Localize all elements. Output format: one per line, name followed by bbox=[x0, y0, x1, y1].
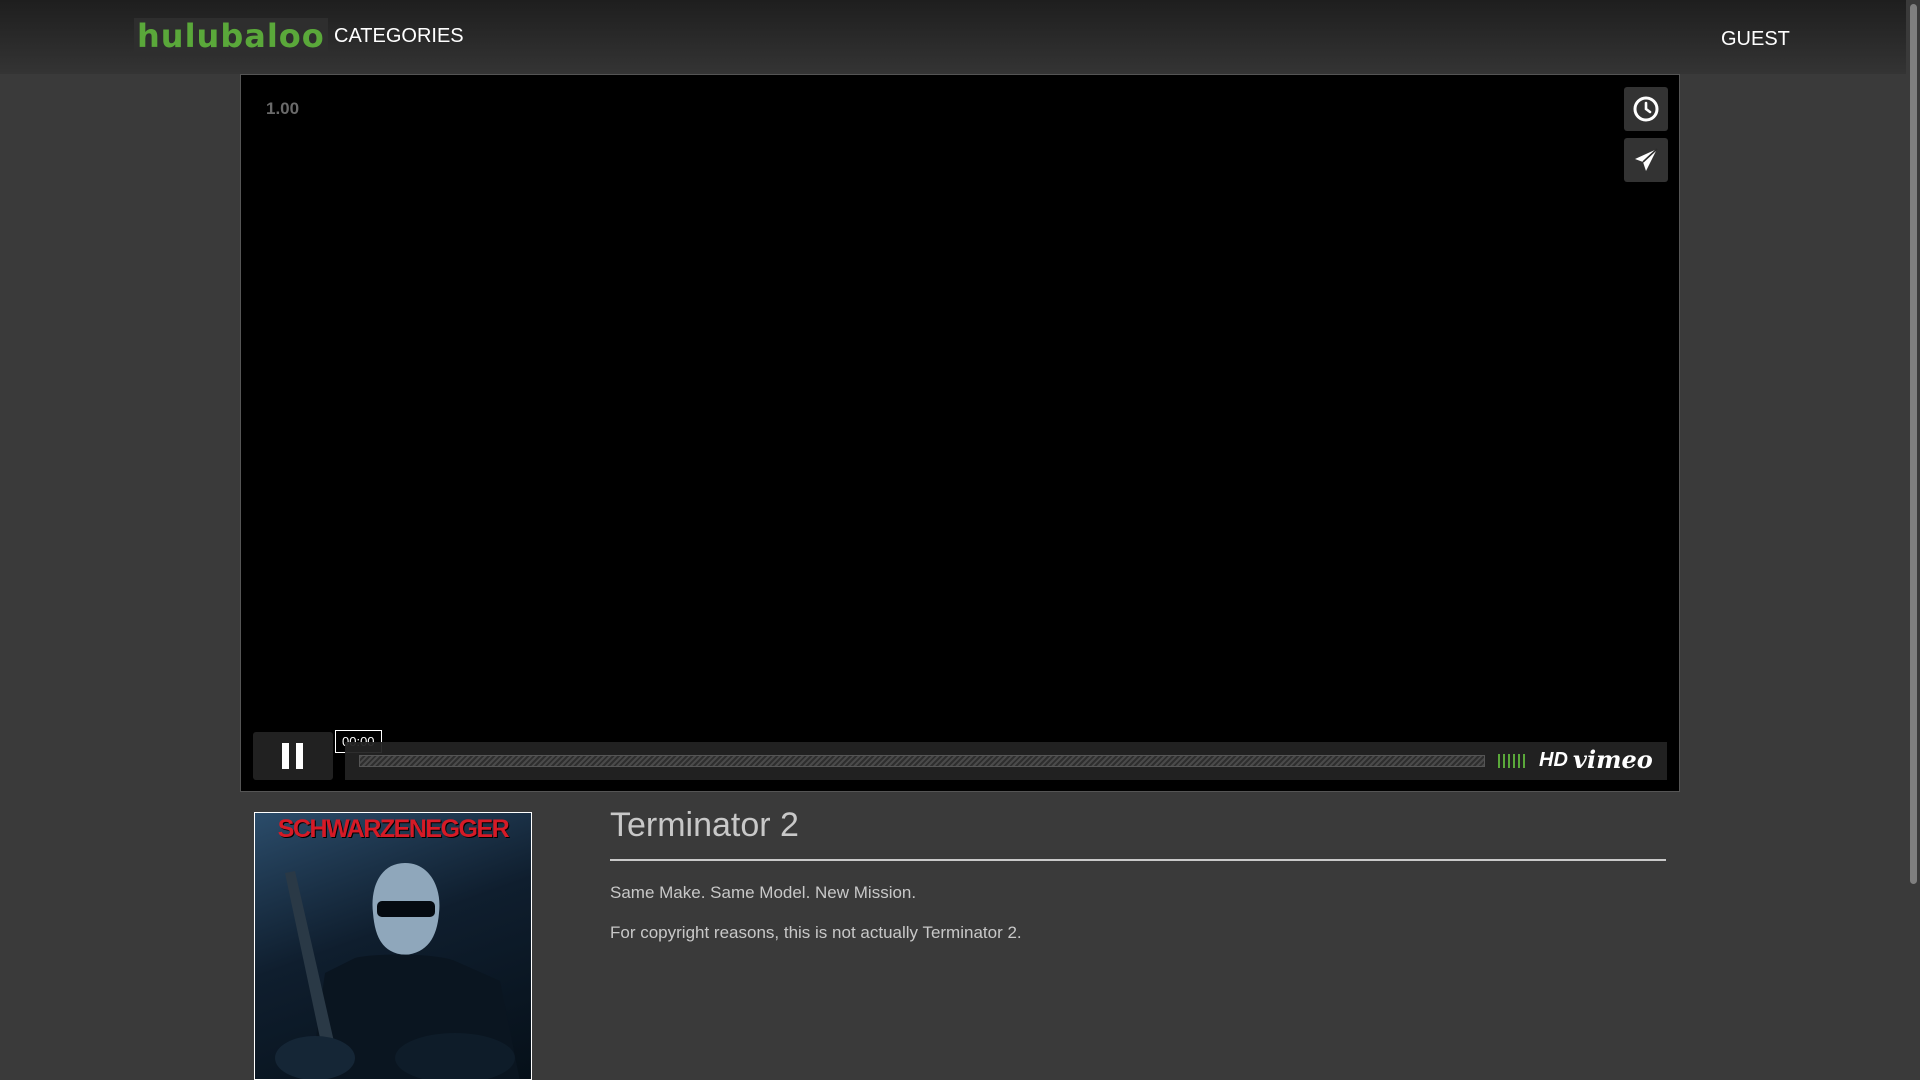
page-scrollbar[interactable] bbox=[1906, 0, 1920, 1080]
scrollbar-thumb[interactable] bbox=[1910, 4, 1917, 884]
nav-guest-link[interactable]: GUEST bbox=[1721, 28, 1790, 51]
pause-icon bbox=[282, 743, 303, 769]
movie-note: For copyright reasons, this is not actua… bbox=[610, 923, 1022, 942]
site-logo[interactable]: hulubaloo bbox=[134, 18, 328, 54]
hd-toggle[interactable]: HD bbox=[1539, 749, 1568, 772]
watch-later-button[interactable] bbox=[1624, 87, 1668, 131]
vimeo-logo[interactable]: vimeo bbox=[1573, 745, 1653, 774]
volume-control[interactable] bbox=[1498, 754, 1525, 768]
movie-details: Terminator 2 Same Make. Same Model. New … bbox=[610, 806, 1666, 943]
control-bar: HD vimeo bbox=[345, 742, 1667, 780]
movie-tagline: Same Make. Same Model. New Mission. bbox=[610, 883, 917, 902]
send-icon bbox=[1635, 148, 1658, 171]
movie-title: Terminator 2 bbox=[610, 806, 1666, 861]
nav-categories-link[interactable]: CATEGORIES bbox=[334, 25, 464, 48]
progress-bar[interactable] bbox=[359, 755, 1485, 767]
video-player[interactable]: 1.00 00:00 HD vimeo bbox=[240, 74, 1680, 792]
top-navbar: hulubaloo CATEGORIES GUEST bbox=[0, 0, 1906, 74]
pause-button[interactable] bbox=[253, 732, 333, 780]
clock-icon bbox=[1633, 96, 1659, 122]
playback-speed: 1.00 bbox=[266, 99, 300, 118]
poster-figure bbox=[275, 863, 520, 1079]
movie-poster: SCHWARZENEGGER bbox=[254, 812, 532, 1080]
share-button[interactable] bbox=[1624, 138, 1668, 182]
